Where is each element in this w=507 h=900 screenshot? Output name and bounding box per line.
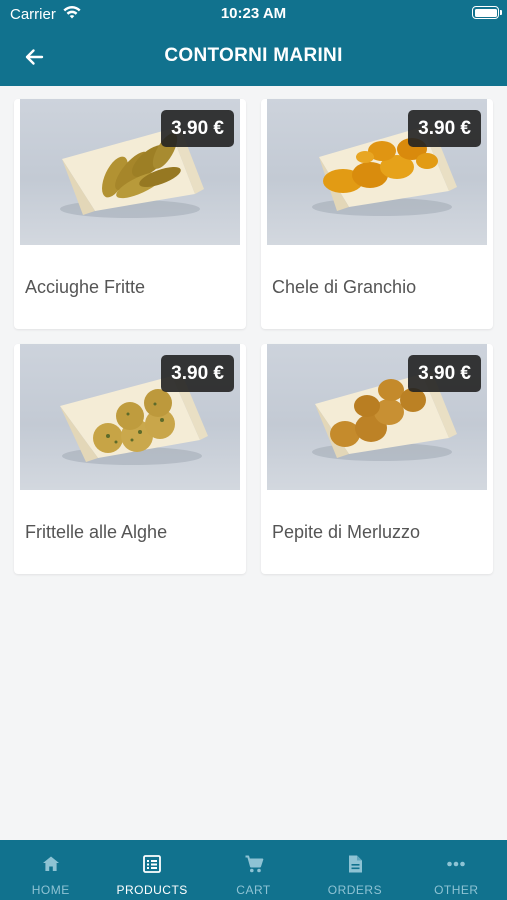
more-icon <box>447 861 466 867</box>
price-badge: 3.90 € <box>408 355 481 392</box>
price-badge: 3.90 € <box>408 110 481 147</box>
product-image: 3.90 € <box>20 344 240 490</box>
product-image: 3.90 € <box>267 344 487 490</box>
product-card-frittelle-alle-alghe[interactable]: 3.90 € Frittelle alle Alghe <box>14 344 246 574</box>
battery-icon <box>472 6 502 19</box>
product-card-chele-di-granchio[interactable]: 3.90 € Chele di Granchio <box>261 99 493 329</box>
tab-label: CART <box>236 883 271 897</box>
product-card-acciughe-fritte[interactable]: 3.90 € Acciughe Fritte <box>14 99 246 329</box>
tab-home[interactable]: HOME <box>0 840 101 900</box>
product-card-pepite-di-merluzzo[interactable]: 3.90 € Pepite di Merluzzo <box>261 344 493 574</box>
price-badge: 3.90 € <box>161 355 234 392</box>
tab-label: ORDERS <box>327 883 383 897</box>
tab-products[interactable]: PRODUCTS <box>101 840 202 900</box>
product-name: Chele di Granchio <box>272 277 417 297</box>
tab-label: PRODUCTS <box>116 883 188 897</box>
status-time: 10:23 AM <box>220 5 287 22</box>
price-badge: 3.90 € <box>161 110 234 147</box>
product-name: Acciughe Fritte <box>25 277 146 297</box>
document-icon <box>348 855 362 873</box>
status-bar: Carrier 10:23 AM <box>0 0 507 28</box>
cart-icon <box>245 855 263 873</box>
home-icon <box>42 856 59 871</box>
page-title: CONTORNI MARINI <box>164 45 343 66</box>
product-image: 3.90 € <box>267 99 487 245</box>
product-name: Frittelle alle Alghe <box>25 522 168 542</box>
tab-label: HOME <box>31 883 70 897</box>
list-icon <box>143 855 162 873</box>
header: CONTORNI MARINI <box>0 28 507 86</box>
tab-label: OTHER <box>434 883 479 897</box>
product-image: 3.90 € <box>20 99 240 245</box>
tab-orders[interactable]: ORDERS <box>304 840 405 900</box>
tab-other[interactable]: OTHER <box>406 840 507 900</box>
tab-bar: HOME PRODUCTS CART ORDERS OTHER <box>0 840 507 900</box>
product-name: Pepite di Merluzzo <box>272 522 421 542</box>
tab-cart[interactable]: CART <box>203 840 304 900</box>
